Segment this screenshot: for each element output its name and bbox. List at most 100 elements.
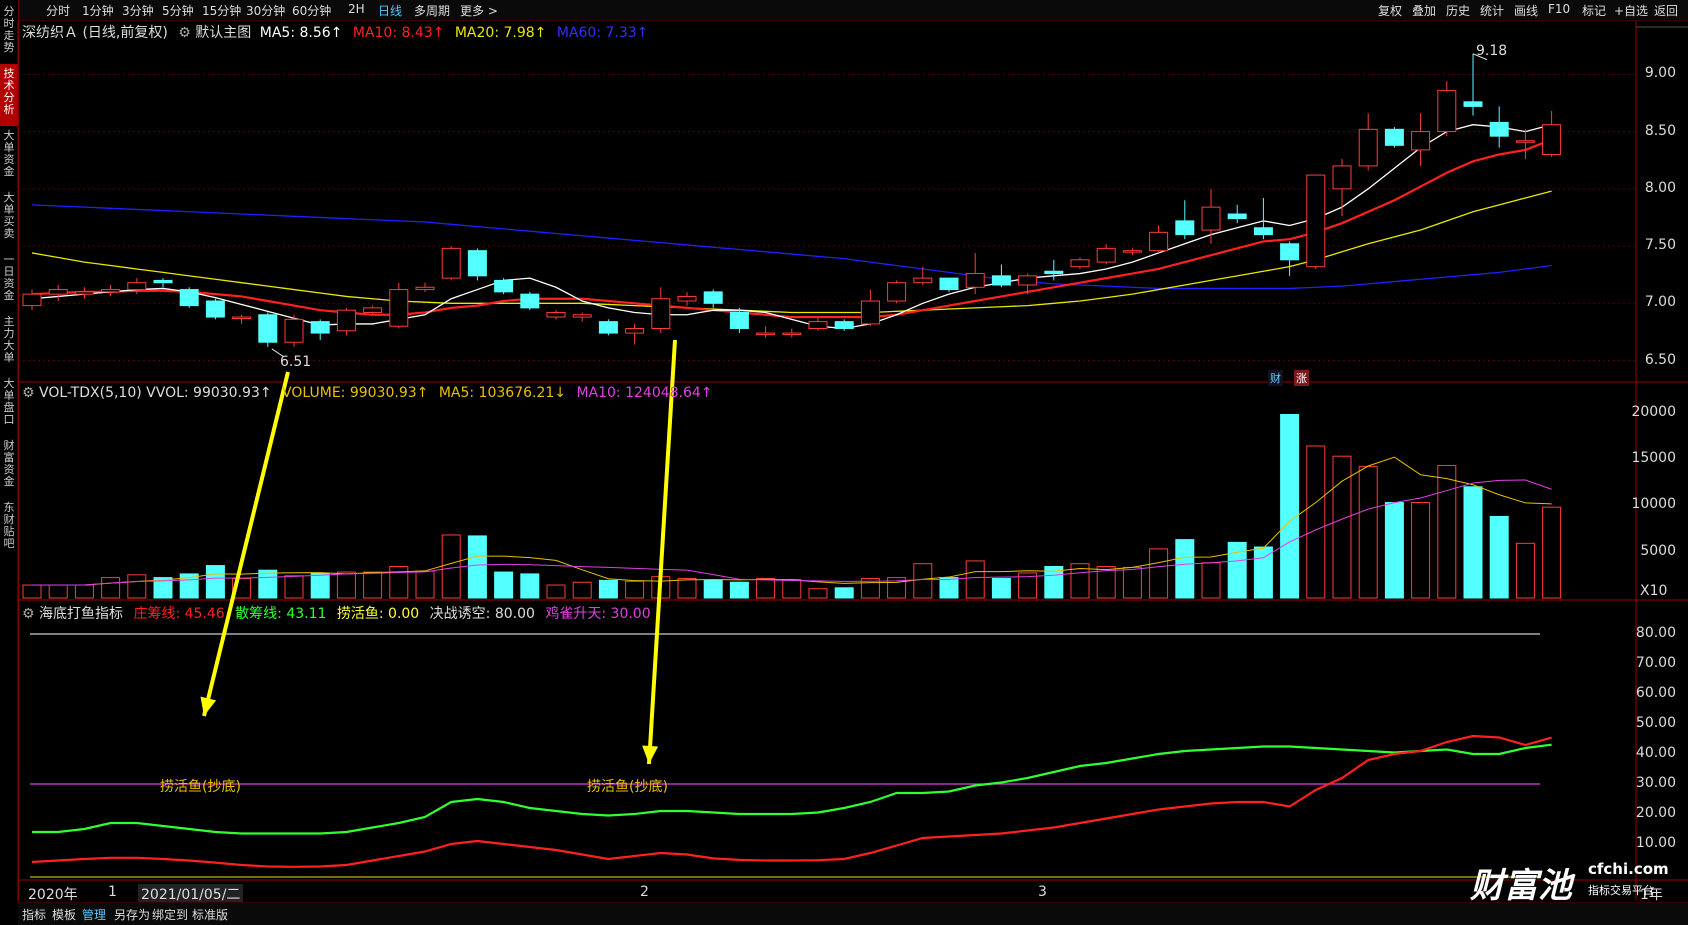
ma20-legend: MA20: 7.98↑ [454, 25, 547, 41]
bottom-tab-4[interactable]: 绑定到 [152, 906, 188, 923]
annotation-label-1: 捞活鱼(抄底) [160, 779, 241, 795]
price-axis-label-1: 8.50 [1644, 122, 1676, 139]
ma60-legend: MA60: 7.33↑ [556, 25, 649, 41]
indicator-title[interactable]: 海底打鱼指标 [39, 606, 123, 622]
volume-bar-25 [677, 578, 697, 599]
volume-gear-icon[interactable]: ⚙ [22, 385, 35, 401]
indicator-axis-label-3: 50.00 [1635, 715, 1676, 731]
candle-body-33 [887, 282, 907, 302]
candle-body-5 [153, 279, 173, 284]
volume-bar-1 [48, 584, 68, 599]
volume-bar-17 [467, 535, 487, 599]
indicator-axis-label-1: 70.00 [1635, 655, 1676, 671]
zhuang-legend: 庄筹线: 45.46 [133, 606, 225, 622]
chart-canvas [17, 21, 1688, 900]
candle-body-54 [1437, 89, 1457, 133]
candle-body-43 [1149, 231, 1169, 252]
watermark-site: cfchi.com [1588, 860, 1669, 878]
volume-bar-42 [1122, 566, 1142, 599]
stock-name[interactable]: 深纺织Ａ (日线,前复权) [22, 25, 168, 41]
volume-bar-10 [284, 575, 304, 599]
candle-body-17 [467, 250, 487, 277]
volume-bar-26 [703, 579, 723, 599]
candle-body-18 [494, 279, 514, 293]
volume-bar-34 [913, 563, 933, 599]
candle-body-58 [1542, 124, 1562, 155]
candle-body-41 [1096, 247, 1116, 263]
indicator-axis-label-4: 40.00 [1635, 745, 1676, 761]
candle-body-9 [258, 314, 278, 343]
bottom-tab-0[interactable]: 指标 [22, 906, 46, 923]
candle-body-14 [389, 289, 409, 327]
volume-bar-2 [74, 584, 94, 599]
volume-bar-29 [782, 578, 802, 599]
candle-body-11 [310, 321, 330, 334]
template-name[interactable]: 默认主图 [195, 25, 251, 41]
candle-body-21 [572, 314, 592, 318]
vol-title[interactable]: VOL-TDX(5,10) VVOL: 99030.93↑ [39, 385, 272, 401]
watermark-brand: 财富池 [1470, 866, 1572, 906]
price-axis-label-0: 9.00 [1644, 65, 1676, 82]
candle-body-23 [625, 327, 645, 334]
indicator-legend: ⚙ 海底打鱼指标 庄筹线: 45.46 散筹线: 43.11 捞活鱼: 0.00… [22, 603, 651, 623]
price-legend: 深纺织Ａ (日线,前复权) ⚙ 默认主图 MA5: 8.56↑ MA10: 8.… [22, 22, 648, 42]
volume-axis-label-1: 15000 [1631, 449, 1676, 466]
candle-body-12 [336, 309, 356, 332]
candle-body-28 [756, 332, 776, 336]
template-gear-icon[interactable]: ⚙ [178, 25, 191, 41]
volume-bar-35 [939, 577, 959, 599]
candle-body-49 [1306, 174, 1326, 268]
volume-bar-0 [22, 584, 42, 599]
volume-bar-31 [834, 587, 854, 599]
bottom-tab-2[interactable]: 管理 [82, 906, 106, 923]
volume-axis-label-3: 5000 [1640, 542, 1676, 559]
candle-body-51 [1358, 128, 1378, 167]
san-legend: 散筹线: 43.11 [235, 606, 327, 622]
candle-body-29 [782, 332, 802, 336]
bottom-tab-5[interactable]: 标准版 [192, 906, 228, 923]
candle-body-45 [1201, 206, 1221, 231]
volume-bar-57 [1515, 542, 1535, 599]
candle-body-39 [1044, 270, 1064, 275]
volume-bar-37 [991, 578, 1011, 599]
xaxis-month-3: 3 [1038, 884, 1047, 900]
bottom-tab-1[interactable]: 模板 [52, 906, 76, 923]
candle-body-25 [677, 295, 697, 302]
finance-badge[interactable]: 财 [1268, 370, 1283, 386]
volume-legend: ⚙ VOL-TDX(5,10) VVOL: 99030.93↑ VOLUME: … [22, 385, 713, 401]
indicator-axis-label-6: 20.00 [1635, 805, 1676, 821]
volume-bar-19 [520, 573, 540, 599]
candle-body-3 [101, 289, 121, 293]
price-axis-label-2: 8.00 [1644, 179, 1676, 196]
volume-axis-label-0: 20000 [1631, 403, 1676, 420]
rise-badge[interactable]: 涨 [1294, 370, 1309, 386]
candle-body-4 [127, 282, 147, 291]
candle-body-31 [834, 321, 854, 329]
volume-bar-15 [415, 570, 435, 599]
candle-body-55 [1463, 101, 1483, 107]
volume-bar-45 [1201, 562, 1221, 599]
volume-bar-58 [1542, 506, 1562, 599]
candle-body-48 [1280, 243, 1300, 261]
candle-body-6 [179, 289, 199, 307]
volume-bar-12 [336, 571, 356, 599]
candle-body-37 [991, 275, 1011, 286]
volume-bar-22 [598, 579, 618, 599]
vol-ma10: MA10: 124048.64↑ [576, 385, 713, 401]
candle-body-36 [965, 273, 985, 288]
candle-body-34 [913, 277, 933, 284]
ma10-legend: MA10: 8.43↑ [352, 25, 445, 41]
annotation-arrow-2-head [642, 745, 659, 764]
bottom-tab-3[interactable]: 另存为 [114, 906, 150, 923]
indicator-axis-label-5: 30.00 [1635, 775, 1676, 791]
annotation-label-2: 捞活鱼(抄底) [587, 779, 668, 795]
indicator-axis-label-7: 10.00 [1635, 835, 1676, 851]
san-line [32, 743, 1552, 835]
indicator-axis-label-0: 80.00 [1635, 625, 1676, 641]
indicator-gear-icon[interactable]: ⚙ [22, 606, 35, 622]
vol-volume: VOLUME: 99030.93↑ [282, 385, 429, 401]
candle-body-32 [860, 300, 880, 325]
volume-bar-49 [1306, 445, 1326, 599]
candle-body-30 [808, 321, 828, 329]
candle-body-46 [1227, 213, 1247, 220]
